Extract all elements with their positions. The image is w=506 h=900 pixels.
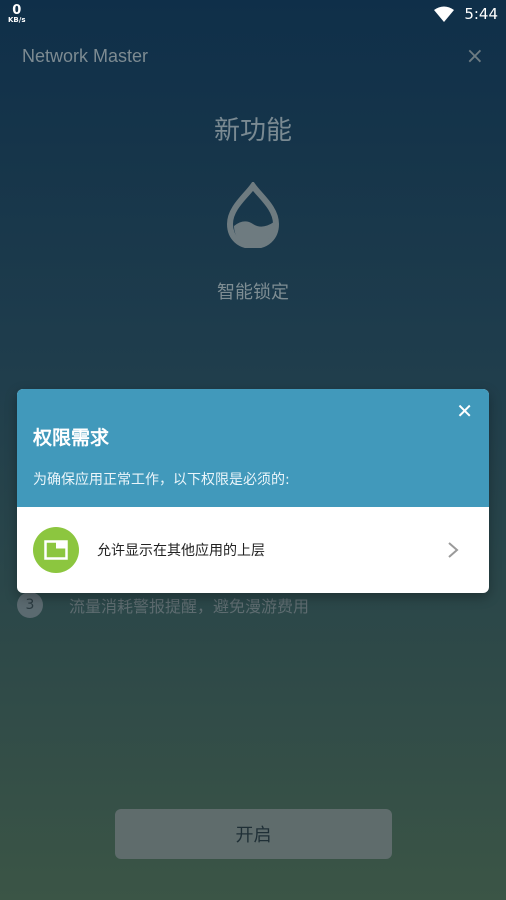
close-icon[interactable]: × — [466, 44, 484, 69]
clock: 5:44 — [464, 5, 498, 23]
network-speed: 0 KB/s — [8, 4, 25, 24]
permission-label: 允许显示在其他应用的上层 — [97, 543, 265, 559]
permission-row-overlay[interactable]: 允许显示在其他应用的上层 — [17, 507, 489, 593]
dialog-close-icon[interactable]: ✕ — [456, 399, 473, 423]
overlay-window-icon — [33, 527, 79, 573]
drop-icon — [226, 182, 280, 248]
dialog-description: 为确保应用正常工作，以下权限是必须的: — [33, 472, 290, 488]
list-number: 3 — [17, 592, 43, 618]
wifi-icon — [434, 6, 455, 22]
feature-name: 智能锁定 — [217, 282, 289, 303]
permission-dialog: ✕ 权限需求 为确保应用正常工作，以下权限是必须的: 允许显示在其他应用的上层 — [17, 389, 489, 593]
app-title: Network Master — [22, 46, 149, 66]
feature-title: 新功能 — [213, 116, 292, 146]
list-item: 3 流量消耗警报提醒，避免漫游费用 — [17, 592, 309, 618]
net-speed-unit: KB/s — [8, 16, 26, 24]
list-text: 流量消耗警报提醒，避免漫游费用 — [69, 597, 310, 616]
status-bar: 0 KB/s 5:44 — [0, 0, 506, 28]
dialog-header: ✕ 权限需求 为确保应用正常工作，以下权限是必须的: — [17, 389, 489, 507]
status-right: 5:44 — [434, 5, 498, 23]
dialog-title: 权限需求 — [33, 427, 110, 449]
start-button[interactable]: 开启 — [115, 809, 392, 859]
window-icon — [44, 540, 68, 560]
chevron-right-icon — [448, 542, 459, 558]
